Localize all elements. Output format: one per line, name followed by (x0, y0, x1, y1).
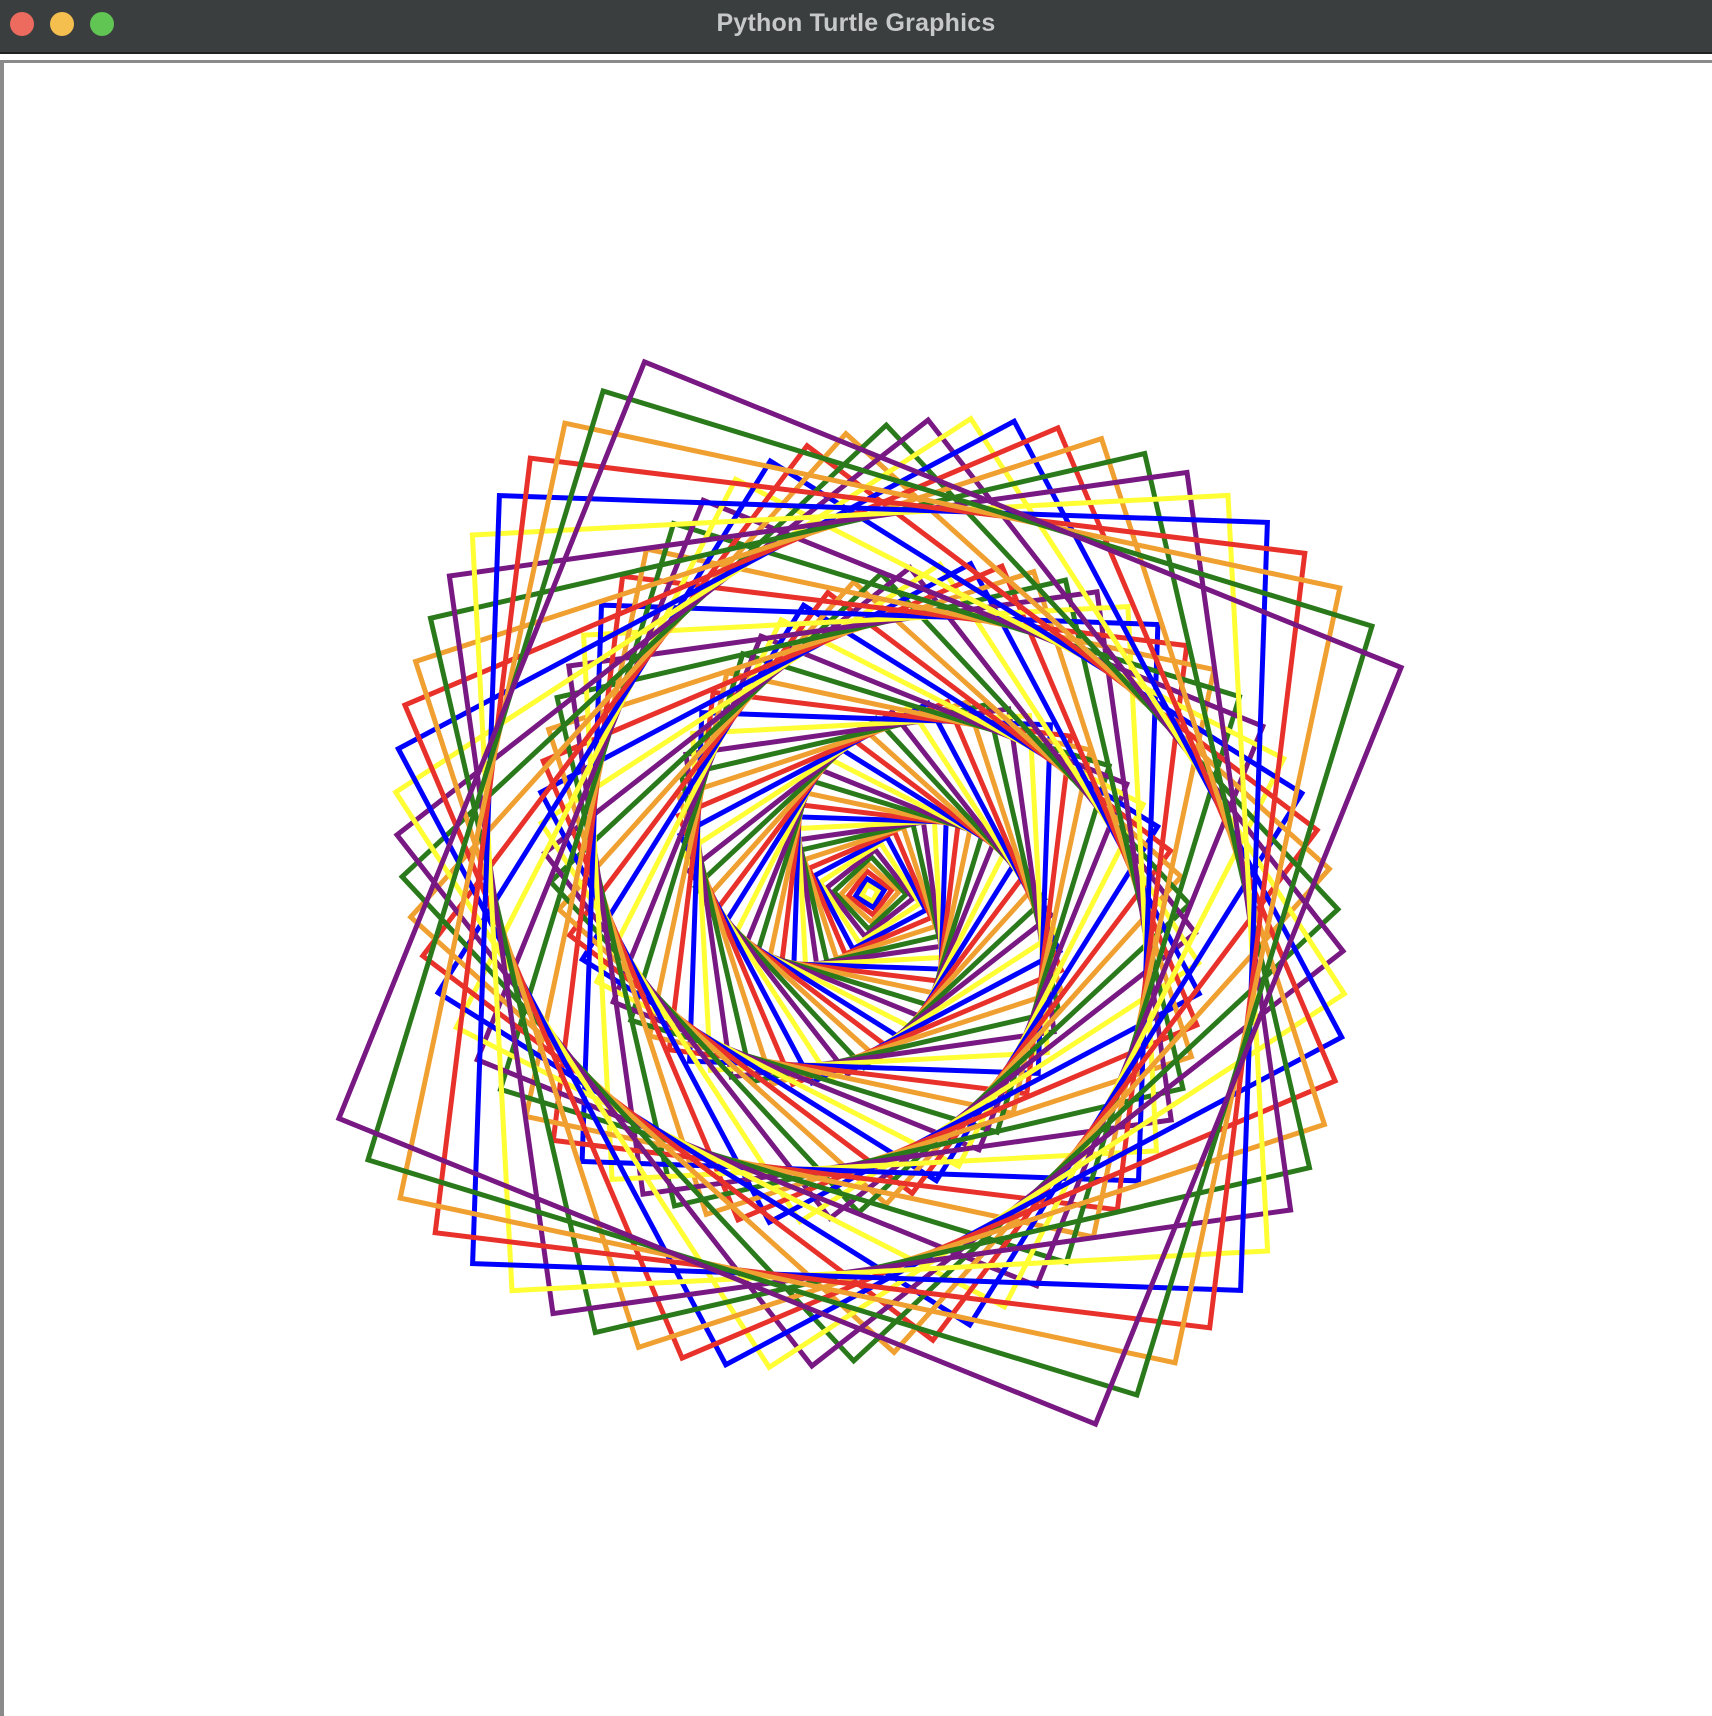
turtle-canvas[interactable] (4, 63, 1712, 1716)
window-title: Python Turtle Graphics (716, 9, 996, 37)
spiral-square (554, 577, 1186, 1209)
turtle-canvas-frame (0, 60, 1712, 1716)
spiral-square (699, 722, 1041, 1064)
spiral-square (678, 701, 1062, 1085)
spiral-square (550, 573, 1190, 1213)
title-bar[interactable]: Python Turtle Graphics (0, 0, 1712, 54)
spiral-square (546, 569, 1194, 1217)
spiral-square (434, 457, 1306, 1329)
spiral-square (675, 698, 1065, 1088)
spiral-square (452, 475, 1288, 1311)
spiral-square (675, 698, 1065, 1088)
spiral-square (858, 881, 882, 905)
spiral-square (683, 706, 1057, 1080)
spiral-square (412, 435, 1328, 1351)
turtle-window: Python Turtle Graphics (0, 0, 1712, 1716)
spiral-square (545, 568, 1195, 1218)
